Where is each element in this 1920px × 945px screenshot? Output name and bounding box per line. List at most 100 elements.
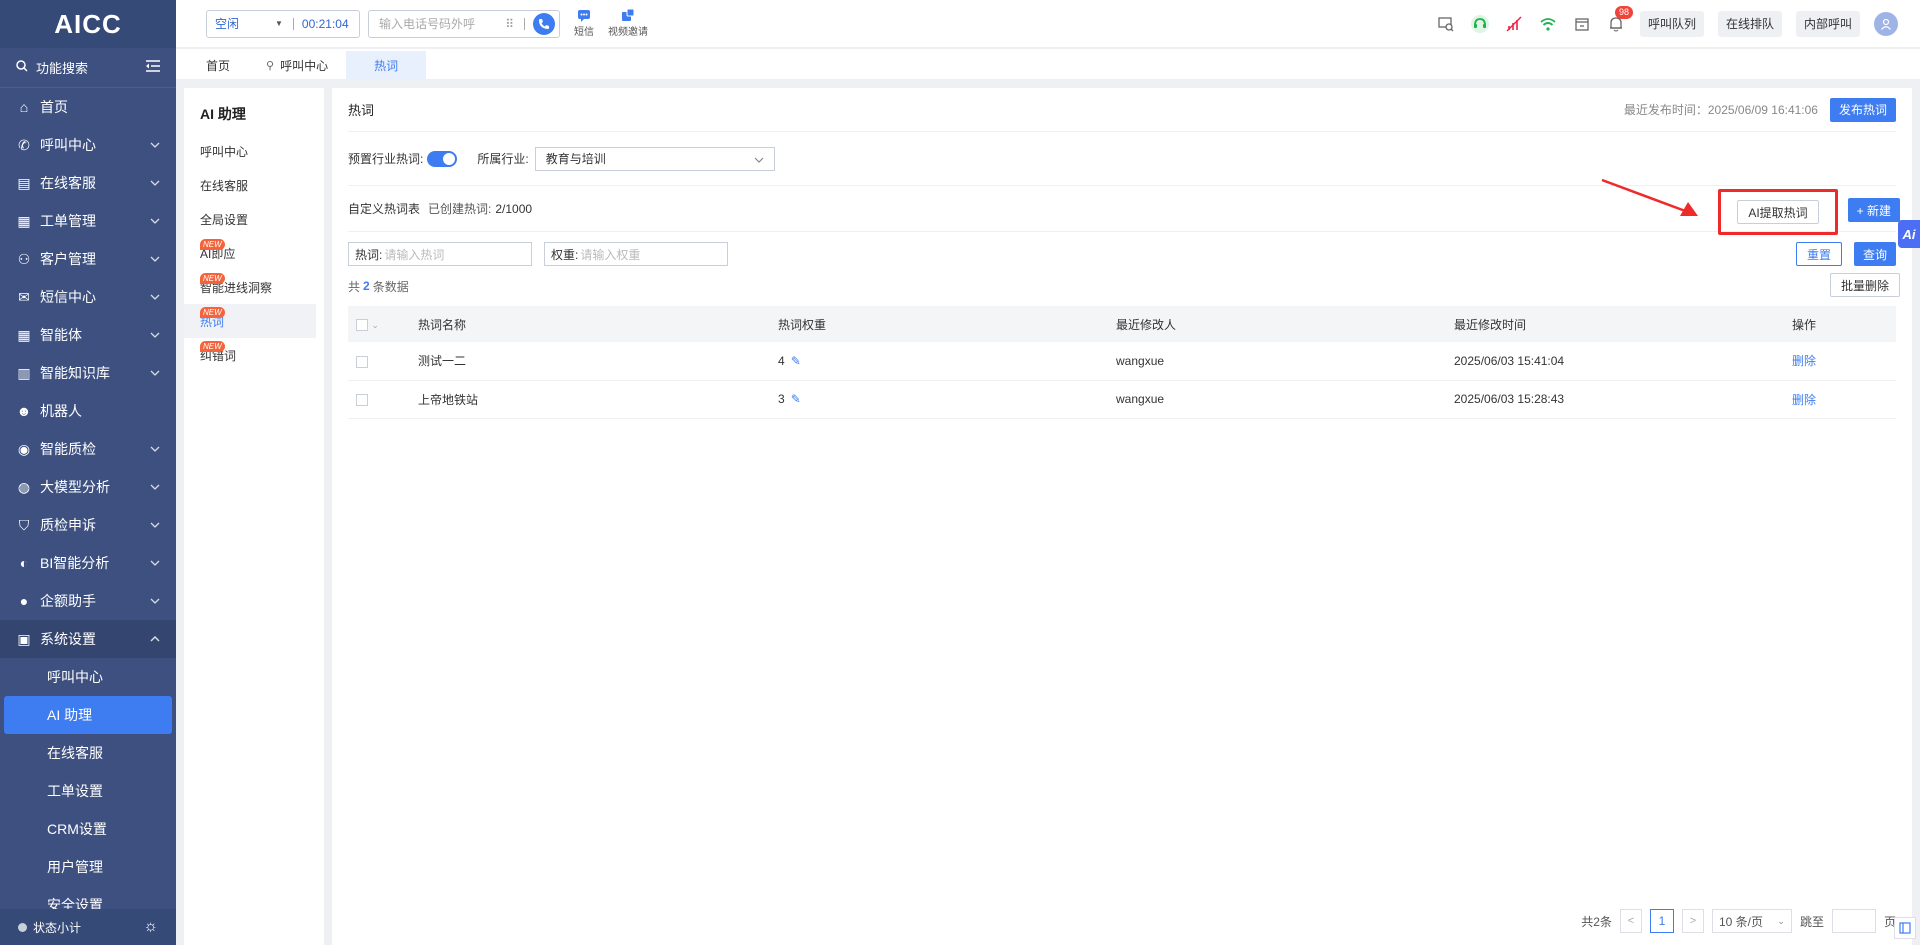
page-title: 热词 bbox=[348, 103, 375, 118]
submenu-item[interactable]: 呼叫中心 bbox=[4, 658, 172, 696]
book-icon[interactable] bbox=[1894, 917, 1916, 939]
internal-call-button[interactable]: 内部呼叫 bbox=[1795, 10, 1860, 37]
hotword-filter-input[interactable]: 热词: 请输入热词 bbox=[348, 242, 532, 266]
sun-icon[interactable]: ☼ bbox=[143, 918, 158, 936]
select-all-header[interactable]: ⌄ bbox=[348, 306, 418, 342]
chevron-down-icon bbox=[150, 254, 160, 265]
sidebar-item[interactable]: ◐ BI智能分析 bbox=[0, 544, 176, 582]
sidebar-item[interactable]: ✉ 短信中心 bbox=[0, 278, 176, 316]
headset-icon[interactable] bbox=[1470, 14, 1490, 34]
preset-hotwords-toggle[interactable] bbox=[427, 150, 458, 167]
signal-off-icon[interactable] bbox=[1504, 14, 1524, 34]
call-queue-button[interactable]: 呼叫队列 bbox=[1639, 10, 1704, 37]
sidebar-item[interactable]: ▦ 智能体 bbox=[0, 316, 176, 354]
sms-icon bbox=[578, 10, 590, 22]
sms-button[interactable]: 短信 bbox=[574, 9, 594, 38]
hotword-weight-cell: 3 ✎ bbox=[778, 380, 1116, 418]
library-icon: ▥ bbox=[17, 364, 31, 381]
delete-link[interactable]: 删除 bbox=[1792, 354, 1816, 368]
delete-link[interactable]: 删除 bbox=[1792, 393, 1816, 407]
red-arrow-icon bbox=[1601, 178, 1698, 216]
col-header-name: 热词名称 bbox=[418, 317, 467, 332]
sidebar-item[interactable]: ⌂ 首页 bbox=[0, 88, 176, 126]
select-all-checkbox[interactable] bbox=[356, 318, 368, 331]
ai-panel-item[interactable]: 全局设置 bbox=[184, 202, 316, 236]
sidebar-item[interactable]: ▥ 智能知识库 bbox=[0, 354, 176, 392]
feature-search[interactable]: 功能搜索 bbox=[0, 48, 176, 88]
sidebar-item[interactable]: ☻ 机器人 bbox=[0, 392, 176, 430]
ai-panel-item-label: 呼叫中心 bbox=[200, 144, 249, 159]
bell-icon[interactable]: 98 bbox=[1606, 5, 1633, 34]
new-hotword-button[interactable]: + 新建 bbox=[1847, 198, 1900, 222]
keypad-icon[interactable]: ⠿ bbox=[505, 17, 514, 31]
pagination-total: 共2条 bbox=[1581, 914, 1612, 929]
hotword-weight: 3 bbox=[778, 392, 785, 406]
current-page[interactable]: 1 bbox=[1649, 909, 1674, 933]
row-checkbox[interactable] bbox=[356, 355, 368, 368]
grid-icon: ▦ bbox=[17, 326, 31, 343]
weight-filter-input[interactable]: 权重: 请输入权重 bbox=[544, 242, 728, 266]
chevron-down-icon[interactable]: ⌄ bbox=[371, 320, 379, 330]
submenu-item[interactable]: 用户管理 bbox=[4, 848, 172, 886]
home-icon: ⌂ bbox=[19, 99, 29, 115]
sidebar-item[interactable]: ▣ 系统设置 bbox=[0, 620, 176, 658]
query-button[interactable]: 查询 bbox=[1853, 242, 1896, 266]
calendar-icon[interactable] bbox=[1572, 14, 1592, 34]
submenu-item[interactable]: AI 助理 bbox=[4, 696, 172, 734]
ai-panel-item[interactable]: 热词 NEW bbox=[184, 304, 316, 338]
batch-delete-button[interactable]: 批量删除 bbox=[1829, 273, 1900, 297]
sidebar-item[interactable]: ● 企额助手 bbox=[0, 582, 176, 620]
monitor-search-icon[interactable] bbox=[1436, 14, 1456, 34]
collapse-menu-icon[interactable] bbox=[146, 60, 160, 75]
jump-page-input[interactable] bbox=[1831, 909, 1876, 933]
industry-select[interactable]: 教育与培训 bbox=[534, 146, 775, 171]
submenu-item[interactable]: 在线客服 bbox=[4, 734, 172, 772]
sidebar-item[interactable]: ◍ 大模型分析 bbox=[0, 468, 176, 506]
sidebar-item[interactable]: ▤ 在线客服 bbox=[0, 164, 176, 202]
wifi-icon[interactable] bbox=[1538, 14, 1558, 34]
ai-panel-item[interactable]: 在线客服 bbox=[184, 168, 316, 202]
phone-icon: ✆ bbox=[18, 136, 30, 153]
sidebar-item-label: 工单管理 bbox=[40, 213, 96, 229]
tab-home[interactable]: 首页 bbox=[188, 51, 248, 79]
publish-hotwords-button[interactable]: 发布热词 bbox=[1829, 97, 1896, 122]
hotwords-table: ⌄ 热词名称 热词权重 最近修改人 最近修改时间 操作 测试一二 4 ✎ wangxu… bbox=[348, 306, 1896, 419]
sidebar-item[interactable]: ▦ 工单管理 bbox=[0, 202, 176, 240]
divider bbox=[524, 17, 525, 30]
row-checkbox[interactable] bbox=[356, 393, 368, 406]
reset-button[interactable]: 重置 bbox=[1795, 242, 1842, 266]
edit-icon[interactable]: ✎ bbox=[791, 354, 801, 368]
video-invite-button[interactable]: 视频邀请 bbox=[608, 9, 648, 38]
ai-extract-hotwords-button[interactable]: AI提取热词 bbox=[1737, 200, 1819, 224]
agent-status-select[interactable]: 空闲 ▼ 00:21:04 bbox=[206, 9, 360, 38]
modified-time: 2025/06/03 15:28:43 bbox=[1454, 392, 1565, 406]
ai-assistant-float-button[interactable]: Ai bbox=[1898, 220, 1920, 248]
sidebar-item-label: 系统设置 bbox=[40, 631, 96, 647]
call-button[interactable] bbox=[533, 12, 555, 35]
ai-panel-item[interactable]: AI即应 NEW bbox=[184, 236, 316, 270]
ai-panel-item[interactable]: 智能进线洞察 NEW bbox=[184, 270, 316, 304]
edit-icon[interactable]: ✎ bbox=[791, 392, 801, 406]
tab-hotwords[interactable]: 热词 bbox=[346, 51, 427, 79]
page-size-select[interactable]: 10 条/页 ⌄ bbox=[1711, 909, 1792, 933]
submenu-item[interactable]: 工单设置 bbox=[4, 772, 172, 810]
modifier: wangxue bbox=[1116, 353, 1165, 368]
online-queue-button[interactable]: 在线排队 bbox=[1717, 10, 1782, 37]
status-summary-label[interactable]: 状态小计 bbox=[33, 919, 143, 936]
prev-page-button[interactable]: < bbox=[1619, 909, 1642, 933]
sidebar-item[interactable]: ⚇ 客户管理 bbox=[0, 240, 176, 278]
ai-panel-item[interactable]: 纠错词 NEW bbox=[184, 338, 316, 372]
tab-call-center[interactable]: ⚲ 呼叫中心 bbox=[248, 51, 346, 79]
sidebar-item[interactable]: ⛉ 质检申诉 bbox=[0, 506, 176, 544]
next-page-button[interactable]: > bbox=[1681, 909, 1704, 933]
avatar[interactable] bbox=[1874, 11, 1898, 36]
sidebar-item[interactable]: ◉ 智能质检 bbox=[0, 430, 176, 468]
dial-input[interactable]: 输入电话号码外呼 ⠿ bbox=[368, 9, 560, 38]
chevron-down-icon bbox=[150, 216, 160, 227]
sidebar-item[interactable]: ✆ 呼叫中心 bbox=[0, 126, 176, 164]
sidebar-item-label: 智能体 bbox=[40, 327, 82, 343]
submenu-item[interactable]: CRM设置 bbox=[4, 810, 172, 848]
ai-panel-item[interactable]: 呼叫中心 bbox=[184, 134, 316, 168]
weight-filter-placeholder: 请输入权重 bbox=[580, 247, 641, 262]
custom-hotwords-row: 自定义热词表 已创建热词: 2/1000 AI提取热词 + 新建 bbox=[348, 178, 1900, 235]
